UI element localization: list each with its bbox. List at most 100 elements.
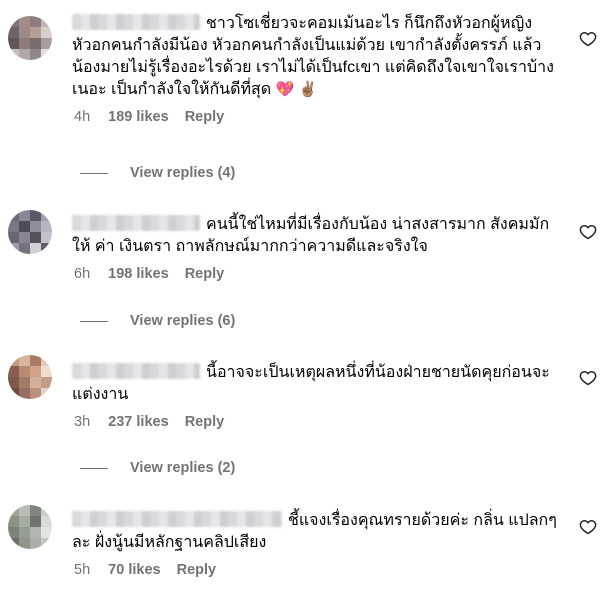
- avatar-pixel: [30, 355, 41, 366]
- avatar-pixel: [19, 355, 30, 366]
- comment-text-line1: ชาวโซเชี่ยวจะคอมเม้นอะไร ก็นึกถึงหัวอกผู…: [206, 15, 533, 32]
- avatar-pixel: [30, 38, 41, 49]
- comment-text: ชาวโซเชี่ยวจะคอมเม้นอะไร ก็นึกถึงหัวอกผู…: [72, 13, 562, 101]
- view-replies-label[interactable]: View replies (4): [130, 165, 235, 181]
- avatar-pixel: [8, 505, 19, 516]
- comment-text-line1: ชี้แจงเรื่องคุณทรายด้วยค่ะ กลิ่น: [288, 512, 504, 529]
- avatar-pixel: [19, 232, 30, 243]
- avatar-pixel: [41, 527, 52, 538]
- comment-text-line1: นี้อาจจะเป็นเหตุผลหนึ่งที่น้องฝ่ายชายนัด…: [206, 364, 550, 381]
- avatar-pixel: [30, 505, 41, 516]
- avatar-pixel: [30, 538, 41, 549]
- avatar-pixel: [8, 355, 19, 366]
- avatar-pixel: [8, 210, 19, 221]
- avatar-pixel: [8, 49, 19, 60]
- comment-meta: 3h 237 likes Reply: [72, 413, 562, 431]
- divider-line: [80, 320, 108, 322]
- comment-likes[interactable]: 198 likes: [108, 266, 168, 282]
- avatar-pixel: [8, 38, 19, 49]
- avatar-pixel: [8, 27, 19, 38]
- avatar-pixel: [8, 232, 19, 243]
- avatar-pixel: [8, 221, 19, 232]
- username-redacted[interactable]: [72, 511, 282, 527]
- avatar-pixel: [8, 366, 19, 377]
- comment-meta: 6h 198 likes Reply: [72, 265, 562, 283]
- avatar[interactable]: [8, 210, 52, 254]
- comment-meta: 5h 70 likes Reply: [72, 561, 562, 579]
- comment-body: คนนี้ใช่ไหมที่มีเรื่องกับน้อง น่าสงสารมา…: [72, 214, 562, 283]
- avatar-pixel: [41, 210, 52, 221]
- avatar-pixel: [19, 538, 30, 549]
- reply-button[interactable]: Reply: [185, 266, 225, 282]
- avatar-pixel: [19, 38, 30, 49]
- avatar-pixel: [41, 232, 52, 243]
- avatar-pixel: [41, 243, 52, 254]
- comment-time: 6h: [74, 266, 91, 282]
- avatar-pixel: [41, 377, 52, 388]
- avatar-pixel: [30, 232, 41, 243]
- username-redacted[interactable]: [72, 14, 200, 30]
- comment-text: คนนี้ใช่ไหมที่มีเรื่องกับน้อง น่าสงสารมา…: [72, 214, 562, 258]
- avatar-pixel: [19, 366, 30, 377]
- avatar-pixel: [30, 27, 41, 38]
- heart-outline-icon[interactable]: [579, 223, 597, 241]
- avatar-pixel: [19, 49, 30, 60]
- avatar[interactable]: [8, 505, 52, 549]
- comment-likes[interactable]: 189 likes: [108, 109, 168, 125]
- username-redacted[interactable]: [72, 215, 200, 231]
- avatar-pixel: [30, 16, 41, 27]
- view-replies-label[interactable]: View replies (6): [130, 313, 235, 329]
- avatar-pixel: [19, 505, 30, 516]
- avatar-pixel: [8, 388, 19, 399]
- comment-meta: 4h 189 likes Reply: [72, 108, 562, 126]
- avatar-pixel: [19, 16, 30, 27]
- heart-outline-icon[interactable]: [579, 518, 597, 536]
- comment-text: ชี้แจงเรื่องคุณทรายด้วยค่ะ กลิ่น แปลกๆละ…: [72, 510, 562, 554]
- avatar-pixel: [30, 49, 41, 60]
- avatar-pixel: [41, 38, 52, 49]
- avatar-pixel: [30, 388, 41, 399]
- comment-time: 4h: [74, 109, 91, 125]
- avatar-pixel: [8, 527, 19, 538]
- avatar-pixel: [8, 16, 19, 27]
- avatar-pixel: [41, 27, 52, 38]
- comment-body: ชี้แจงเรื่องคุณทรายด้วยค่ะ กลิ่น แปลกๆละ…: [72, 510, 562, 579]
- avatar-pixel: [41, 388, 52, 399]
- comment-time: 5h: [74, 562, 91, 578]
- avatar-pixel: [30, 210, 41, 221]
- avatar-pixel: [41, 366, 52, 377]
- comment-time: 3h: [74, 414, 91, 430]
- avatar[interactable]: [8, 16, 52, 60]
- view-replies-button[interactable]: View replies (4): [80, 165, 235, 181]
- avatar-pixel: [8, 243, 19, 254]
- avatar-pixel: [19, 221, 30, 232]
- avatar-pixel: [19, 388, 30, 399]
- avatar-pixel: [19, 377, 30, 388]
- avatar-pixel: [19, 210, 30, 221]
- view-replies-label[interactable]: View replies (2): [130, 460, 235, 476]
- avatar[interactable]: [8, 355, 52, 399]
- avatar-pixel: [41, 538, 52, 549]
- view-replies-button[interactable]: View replies (6): [80, 313, 235, 329]
- avatar-pixel: [41, 16, 52, 27]
- comment-likes[interactable]: 70 likes: [108, 562, 160, 578]
- comment-body: ชาวโซเชี่ยวจะคอมเม้นอะไร ก็นึกถึงหัวอกผู…: [72, 13, 562, 126]
- heart-outline-icon[interactable]: [579, 369, 597, 387]
- emoji-hearts-peace: 💖 ✌🏽: [275, 81, 318, 98]
- divider-line: [80, 172, 108, 174]
- reply-button[interactable]: Reply: [185, 414, 225, 430]
- avatar-pixel: [41, 221, 52, 232]
- comment-text-rest: แต่งงาน: [72, 386, 129, 403]
- reply-button[interactable]: Reply: [177, 562, 217, 578]
- heart-outline-icon[interactable]: [579, 30, 597, 48]
- avatar-pixel: [19, 527, 30, 538]
- comment-likes[interactable]: 237 likes: [108, 414, 168, 430]
- avatar-pixel: [30, 516, 41, 527]
- avatar-pixel: [19, 243, 30, 254]
- view-replies-button[interactable]: View replies (2): [80, 460, 235, 476]
- reply-button[interactable]: Reply: [185, 109, 225, 125]
- avatar-pixel: [30, 366, 41, 377]
- comment-text: นี้อาจจะเป็นเหตุผลหนึ่งที่น้องฝ่ายชายนัด…: [72, 362, 562, 406]
- username-redacted[interactable]: [72, 363, 200, 379]
- avatar-pixel: [30, 377, 41, 388]
